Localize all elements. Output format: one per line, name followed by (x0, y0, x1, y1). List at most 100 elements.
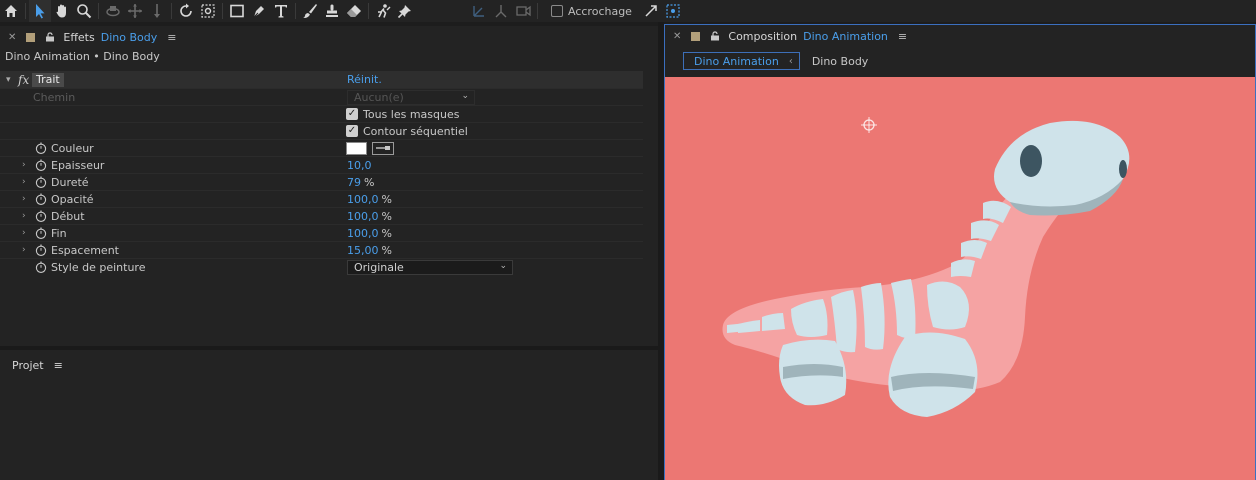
property-value[interactable]: 79% (347, 176, 374, 189)
eraser-tool-icon[interactable] (343, 0, 365, 22)
axis-local-icon[interactable] (468, 0, 490, 22)
value-text[interactable]: 10,0 (347, 159, 372, 172)
roto-brush-icon[interactable] (372, 0, 394, 22)
neck-vertebra (951, 259, 975, 277)
pan-behind-tool-icon[interactable] (197, 0, 219, 22)
fx-icon[interactable]: fx (18, 73, 29, 87)
property-value[interactable]: 100,0% (347, 210, 392, 223)
dino-nostril (1119, 160, 1127, 178)
color-swatch[interactable] (346, 141, 367, 155)
stopwatch-icon[interactable] (35, 159, 47, 171)
property-row-end: › Fin 100,0% (0, 224, 643, 241)
lock-icon[interactable] (45, 32, 55, 42)
label-color-swatch (691, 31, 701, 41)
stopwatch-icon[interactable] (35, 142, 47, 154)
checkbox-label: Contour séquentiel (363, 124, 468, 138)
twirl-closed-icon[interactable]: › (22, 228, 30, 238)
snapping-toggle[interactable]: Accrochage (551, 5, 632, 18)
panel-menu-icon[interactable]: ≡ (898, 30, 907, 43)
rotation-tool-icon[interactable] (175, 0, 197, 22)
stopwatch-icon[interactable] (35, 227, 47, 239)
twirl-closed-icon[interactable]: › (22, 211, 30, 221)
checkmark-icon[interactable]: ✓ (346, 125, 358, 137)
pen-tool-icon[interactable] (248, 0, 270, 22)
project-panel-header: Projet ≡ (0, 350, 658, 380)
stopwatch-icon[interactable] (35, 244, 47, 256)
value-text[interactable]: 79 (347, 176, 361, 189)
chevron-down-icon[interactable]: ⌄ (499, 261, 507, 271)
panel-menu-icon[interactable]: ≡ (54, 359, 63, 372)
twirl-closed-icon[interactable]: › (22, 160, 30, 170)
snap-target-icon[interactable] (662, 0, 684, 22)
panel-menu-icon[interactable]: ≡ (167, 31, 176, 44)
twirl-closed-icon[interactable]: › (22, 194, 30, 204)
toolbar-separator (537, 3, 538, 19)
value-unit: % (364, 175, 375, 189)
value-text[interactable]: 100,0 (347, 227, 379, 240)
layer-name[interactable]: Dino Body (101, 31, 158, 44)
twirl-open-icon[interactable]: ▾ (6, 75, 11, 85)
dolly-camera-icon[interactable] (146, 0, 168, 22)
snap-expand-icon[interactable] (640, 0, 662, 22)
pan-camera-icon[interactable] (124, 0, 146, 22)
value-text[interactable]: 100,0 (347, 193, 379, 206)
panel-title[interactable]: Projet (12, 359, 44, 372)
composition-panel: ✕ Composition Dino Animation ≡ Dino Anim… (664, 24, 1256, 480)
property-value[interactable]: 15,00% (347, 244, 392, 257)
stopwatch-icon[interactable] (35, 193, 47, 205)
chevron-left-icon[interactable]: ‹ (789, 56, 793, 67)
panel-title[interactable]: Composition (728, 30, 797, 43)
toolbar: Accrochage (0, 0, 1256, 22)
property-row-sequential: ✓ Contour séquentiel (0, 122, 643, 139)
reset-link[interactable]: Réinit. (347, 73, 382, 86)
composition-name[interactable]: Dino Animation (803, 30, 888, 43)
twirl-closed-icon[interactable]: › (22, 245, 30, 255)
clone-stamp-icon[interactable] (321, 0, 343, 22)
twirl-closed-icon[interactable]: › (22, 177, 30, 187)
composition-viewer[interactable] (665, 77, 1255, 480)
tab-dino-body[interactable]: Dino Body (812, 55, 869, 68)
eyedropper-icon[interactable] (372, 141, 394, 155)
property-row-brush-size: › Epaisseur 10,0 (0, 156, 643, 173)
panel-title[interactable]: Effets (63, 31, 94, 44)
all-masks-checkbox[interactable]: ✓ Tous les masques (346, 108, 459, 121)
toolbar-separator (171, 3, 172, 19)
sequential-checkbox[interactable]: ✓ Contour séquentiel (346, 125, 468, 138)
orbit-camera-icon[interactable] (102, 0, 124, 22)
axis-view-icon[interactable] (512, 0, 534, 22)
property-value[interactable]: 10,0 (347, 159, 372, 172)
paint-style-dropdown[interactable]: Originale ⌄ (347, 259, 513, 275)
dino-artwork (722, 117, 1130, 417)
checkmark-icon[interactable]: ✓ (346, 108, 358, 120)
zoom-tool-icon[interactable] (73, 0, 95, 22)
selection-tool-icon[interactable] (29, 0, 51, 22)
anchor-point-icon[interactable] (861, 117, 877, 133)
rectangle-tool-icon[interactable] (226, 0, 248, 22)
axis-world-icon[interactable] (490, 0, 512, 22)
puppet-pin-icon[interactable] (394, 0, 416, 22)
effect-controls-panel: ✕ Effets Dino Body ≡ Dino Animation • Di… (0, 26, 658, 346)
property-value[interactable]: 100,0% (347, 227, 392, 240)
hand-tool-icon[interactable] (51, 0, 73, 22)
effect-properties: ▾ fx Trait Réinit. Chemin Aucun(e) ⌄ ✓ T… (0, 71, 643, 275)
close-icon[interactable]: ✕ (673, 31, 681, 42)
value-text[interactable]: 100,0 (347, 210, 379, 223)
property-label: Couleur (51, 141, 94, 155)
tab-dino-animation[interactable]: Dino Animation ‹ (683, 52, 800, 70)
stopwatch-icon[interactable] (35, 261, 47, 273)
brush-tool-icon[interactable] (299, 0, 321, 22)
value-text[interactable]: 15,00 (347, 244, 379, 257)
type-tool-icon[interactable] (270, 0, 292, 22)
home-icon[interactable] (0, 0, 22, 22)
stopwatch-icon[interactable] (35, 176, 47, 188)
effect-header-row[interactable]: ▾ fx Trait Réinit. (0, 71, 643, 88)
close-icon[interactable]: ✕ (8, 32, 16, 43)
stopwatch-icon[interactable] (35, 210, 47, 222)
property-row-color: Couleur (0, 139, 643, 156)
dropdown-value: Aucun(e) (354, 90, 404, 104)
tab-label[interactable]: Dino Animation (694, 55, 779, 68)
property-value[interactable]: 100,0% (347, 193, 392, 206)
lock-icon[interactable] (710, 31, 720, 41)
effect-name[interactable]: Trait (32, 72, 64, 87)
snapping-checkbox[interactable] (551, 5, 563, 17)
